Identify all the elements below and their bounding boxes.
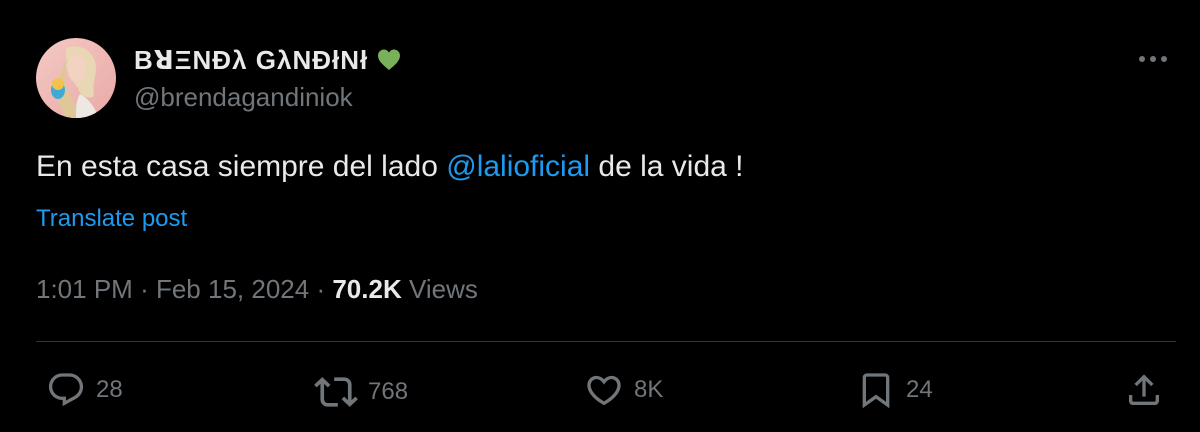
green-heart-icon	[376, 47, 402, 73]
more-icon	[1139, 56, 1167, 62]
author-handle[interactable]: @brendagandiniok	[134, 82, 353, 113]
meta-separator: ·	[140, 274, 149, 304]
author-display-name[interactable]: BꓤΞNÐλ GλNÐłNł	[134, 45, 368, 76]
post-detail: BꓤΞNÐλ GλNÐłNł @brendagandiniok En esta …	[0, 0, 1200, 432]
reply-icon	[48, 373, 84, 407]
like-count: 8K	[634, 376, 664, 403]
post-time[interactable]: 1:01 PM	[36, 274, 133, 304]
bookmark-button[interactable]: 24	[856, 370, 933, 410]
share-icon	[1129, 374, 1159, 405]
avatar[interactable]	[36, 38, 116, 118]
avatar-image	[36, 38, 116, 118]
post-meta: 1:01 PM · Feb 15, 2024 · 70.2K Views	[36, 274, 478, 305]
action-bar: 28 768 8K 24	[0, 362, 1200, 418]
author-name-row: BꓤΞNÐλ GλNÐłNł	[134, 40, 402, 80]
bookmark-icon	[862, 373, 890, 409]
meta-separator: ·	[316, 274, 326, 304]
repost-icon	[314, 377, 358, 407]
divider	[36, 341, 1176, 342]
post-date[interactable]: Feb 15, 2024	[156, 274, 309, 304]
post-text-after: de la vida !	[590, 150, 744, 183]
reply-button[interactable]: 28	[46, 370, 123, 410]
share-button[interactable]	[1124, 370, 1164, 410]
translate-post-link[interactable]: Translate post	[36, 205, 187, 233]
like-button[interactable]: 8K	[584, 370, 663, 410]
more-options-button[interactable]	[1136, 44, 1170, 74]
mention-link[interactable]: @lalioficial	[446, 150, 590, 183]
post-text: En esta casa siempre del lado @laliofici…	[36, 150, 744, 184]
bookmark-count: 24	[906, 376, 933, 403]
repost-button[interactable]: 768	[314, 370, 408, 414]
views-count: 70.2K	[332, 274, 402, 304]
heart-icon	[587, 375, 621, 406]
views-label: Views	[408, 274, 478, 304]
repost-count: 768	[368, 378, 409, 405]
reply-count: 28	[96, 376, 123, 403]
post-text-before: En esta casa siempre del lado	[36, 150, 447, 183]
